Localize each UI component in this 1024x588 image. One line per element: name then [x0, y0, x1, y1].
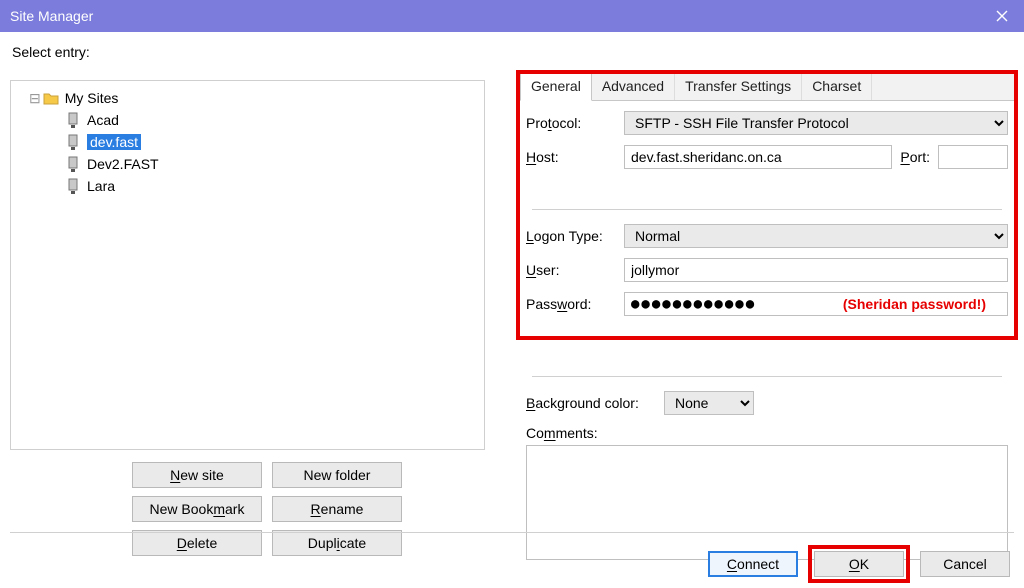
comments-label: Comments:	[526, 425, 1008, 441]
rename-button[interactable]: Rename	[272, 496, 402, 522]
logon-type-label: Logon Type:	[526, 228, 616, 244]
background-color-label: Background color:	[526, 395, 656, 411]
tree-item-label: Acad	[87, 112, 119, 128]
server-icon	[65, 134, 81, 150]
tab-advanced[interactable]: Advanced	[592, 72, 675, 100]
host-label: Host:	[526, 149, 616, 165]
tree-item-label: Dev2.FAST	[87, 156, 159, 172]
divider	[532, 376, 1002, 377]
user-input[interactable]	[624, 258, 1008, 282]
tab-general[interactable]: General	[520, 72, 592, 101]
new-site-button[interactable]: New site	[132, 462, 262, 488]
port-input[interactable]	[938, 145, 1008, 169]
cancel-button[interactable]: Cancel	[920, 551, 1010, 577]
window-title: Site Manager	[10, 8, 980, 24]
divider	[532, 209, 1002, 210]
divider	[10, 532, 1014, 533]
tab-charset[interactable]: Charset	[802, 72, 872, 100]
server-icon	[65, 112, 81, 128]
password-input[interactable]	[624, 292, 1008, 316]
annotation-highlight-box: OK	[808, 545, 910, 583]
background-color-select[interactable]: None	[664, 391, 754, 415]
protocol-select[interactable]: SFTP - SSH File Transfer Protocol	[624, 111, 1008, 135]
close-icon[interactable]	[980, 0, 1024, 32]
tabs: General Advanced Transfer Settings Chars…	[520, 72, 1014, 101]
folder-icon	[43, 90, 59, 106]
logon-type-select[interactable]: Normal	[624, 224, 1008, 248]
user-label: User:	[526, 262, 616, 278]
host-input[interactable]	[624, 145, 892, 169]
collapse-icon[interactable]: ⊟	[29, 90, 41, 107]
button-bar: Connect OK Cancel	[0, 540, 1024, 588]
new-folder-button[interactable]: New folder	[272, 462, 402, 488]
tree-root-label: My Sites	[65, 90, 119, 106]
tree-item-label: Lara	[87, 178, 115, 194]
tab-transfer-settings[interactable]: Transfer Settings	[675, 72, 802, 100]
protocol-label: Protocol:	[526, 115, 616, 131]
tree-item[interactable]: Dev2.FAST	[15, 153, 480, 175]
port-label: Port:	[900, 149, 930, 165]
new-bookmark-button[interactable]: New Bookmark	[132, 496, 262, 522]
connect-button[interactable]: Connect	[708, 551, 798, 577]
select-entry-label: Select entry:	[12, 44, 1014, 60]
tree-item[interactable]: Lara	[15, 175, 480, 197]
ok-button[interactable]: OK	[814, 551, 904, 577]
tree-root[interactable]: ⊟ My Sites	[15, 87, 480, 109]
tree-item[interactable]: Acad	[15, 109, 480, 131]
password-label: Password:	[526, 296, 616, 312]
tree-item[interactable]: dev.fast	[15, 131, 480, 153]
server-icon	[65, 178, 81, 194]
titlebar[interactable]: Site Manager	[0, 0, 1024, 32]
site-tree[interactable]: ⊟ My Sites Acad dev.fast Dev2.FAST Lara	[10, 80, 485, 450]
tree-item-label: dev.fast	[87, 134, 141, 150]
server-icon	[65, 156, 81, 172]
